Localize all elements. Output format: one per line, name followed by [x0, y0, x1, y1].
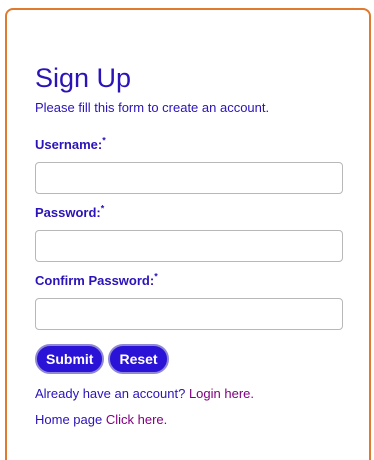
username-label: Username:* — [35, 135, 106, 152]
form-actions: Submit Reset — [35, 344, 169, 374]
signup-form: Sign Up Please fill this form to create … — [35, 62, 347, 427]
home-prompt: Home page Click here. — [35, 412, 168, 427]
login-prompt: Already have an account? Login here. — [35, 386, 255, 401]
page-title: Sign Up — [35, 63, 132, 93]
submit-button[interactable]: Submit — [35, 344, 105, 374]
password-label: Password:* — [35, 203, 105, 220]
username-group: Username:* — [35, 136, 347, 194]
required-marker: * — [100, 203, 105, 214]
reset-button[interactable]: Reset — [108, 344, 169, 374]
required-marker: * — [154, 271, 158, 282]
required-marker: * — [102, 135, 106, 146]
signup-card: Sign Up Please fill this form to create … — [5, 8, 371, 460]
confirm-password-group: Confirm Password:* — [35, 272, 347, 330]
confirm-password-input[interactable] — [35, 298, 343, 330]
form-subtitle: Please fill this form to create an accou… — [35, 100, 270, 115]
confirm-password-label: Confirm Password:* — [35, 271, 158, 288]
home-link[interactable]: Click here. — [106, 412, 167, 427]
login-link[interactable]: Login here. — [189, 386, 254, 401]
password-input[interactable] — [35, 230, 343, 262]
password-group: Password:* — [35, 204, 347, 262]
username-input[interactable] — [35, 162, 343, 194]
